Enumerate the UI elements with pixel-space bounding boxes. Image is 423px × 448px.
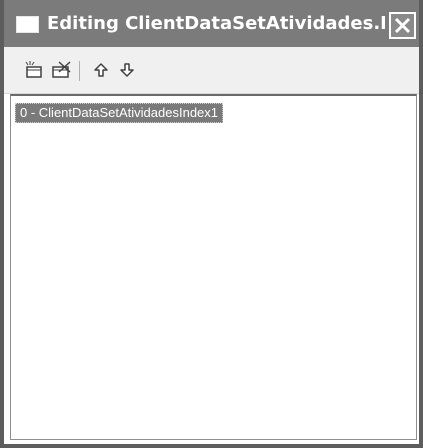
move-down-button[interactable] [116,59,138,81]
arrow-down-icon [120,63,134,77]
delete-icon [52,61,71,78]
toolbar-separator [79,61,80,81]
window-icon [16,16,39,33]
title-bar[interactable]: Editing ClientDataSetAtividades.I... [4,0,419,47]
move-up-button[interactable] [90,59,112,81]
list-item-selected[interactable]: 0 - ClientDataSetAtividadesIndex1 [15,103,224,123]
window-title: Editing ClientDataSetAtividades.I... [47,13,385,34]
close-button[interactable] [389,12,416,39]
add-new-button[interactable] [23,59,45,81]
collection-editor-window: Editing ClientDataSetAtividades.I... 0 -… [0,0,423,448]
add-new-icon [25,61,42,78]
index-list[interactable]: 0 - ClientDataSetAtividadesIndex1 [10,94,417,440]
delete-button[interactable] [49,59,73,81]
close-icon [394,17,411,34]
toolbar [4,47,419,94]
arrow-up-icon [94,63,108,77]
